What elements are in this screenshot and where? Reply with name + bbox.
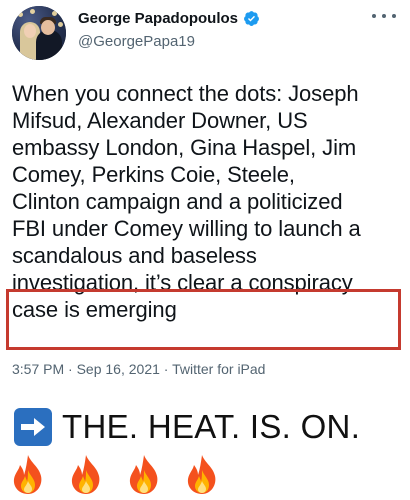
author-handle[interactable]: @GeorgePapa19	[78, 33, 195, 50]
tweet-text-line: FBI under Comey willing to launch a	[12, 216, 361, 241]
tweet-date: Sep 16, 2021	[76, 361, 160, 377]
more-options-icon[interactable]	[372, 8, 396, 24]
meta-separator: ·	[64, 361, 77, 377]
tweet-text-line: Clinton campaign and a politicized	[12, 189, 343, 214]
tweet-time: 3:57 PM	[12, 361, 65, 377]
meta-separator: ·	[159, 361, 173, 377]
fire-icon	[129, 455, 158, 494]
fire-emoji-row	[8, 454, 222, 496]
tweet-text-line: scandalous and baseless	[12, 243, 257, 268]
tweet-text-line: When you connect the dots: Joseph	[12, 81, 359, 106]
caption-row: THE. HEAT. IS. ON.	[14, 408, 360, 446]
tweet-screenshot: George Papadopoulos @GeorgePapa19 When y…	[0, 0, 410, 390]
right-arrow-icon	[14, 408, 52, 446]
avatar[interactable]	[12, 6, 66, 60]
red-highlight-box	[6, 289, 401, 350]
author-name-row[interactable]: George Papadopoulos	[78, 10, 260, 27]
verified-badge-icon	[244, 11, 259, 26]
tweet-text-line: embassy London, Gina Haspel, Jim	[12, 135, 357, 160]
fire-icon	[71, 455, 100, 494]
tweet-source: Twitter for iPad	[172, 361, 266, 377]
tweet-body: When you connect the dots: Joseph Mifsud…	[12, 80, 404, 323]
tweet-text-line: Comey, Perkins Coie, Steele,	[12, 162, 295, 187]
fire-icon	[13, 455, 42, 494]
fire-icon	[187, 455, 216, 494]
tweet-text-line: Mifsud, Alexander Downer, US	[12, 108, 308, 133]
caption-text: THE. HEAT. IS. ON.	[62, 408, 361, 445]
display-name[interactable]: George Papadopoulos	[78, 10, 238, 27]
tweet-timestamp[interactable]: 3:57 PM · Sep 16, 2021 · Twitter for iPa…	[12, 361, 265, 377]
